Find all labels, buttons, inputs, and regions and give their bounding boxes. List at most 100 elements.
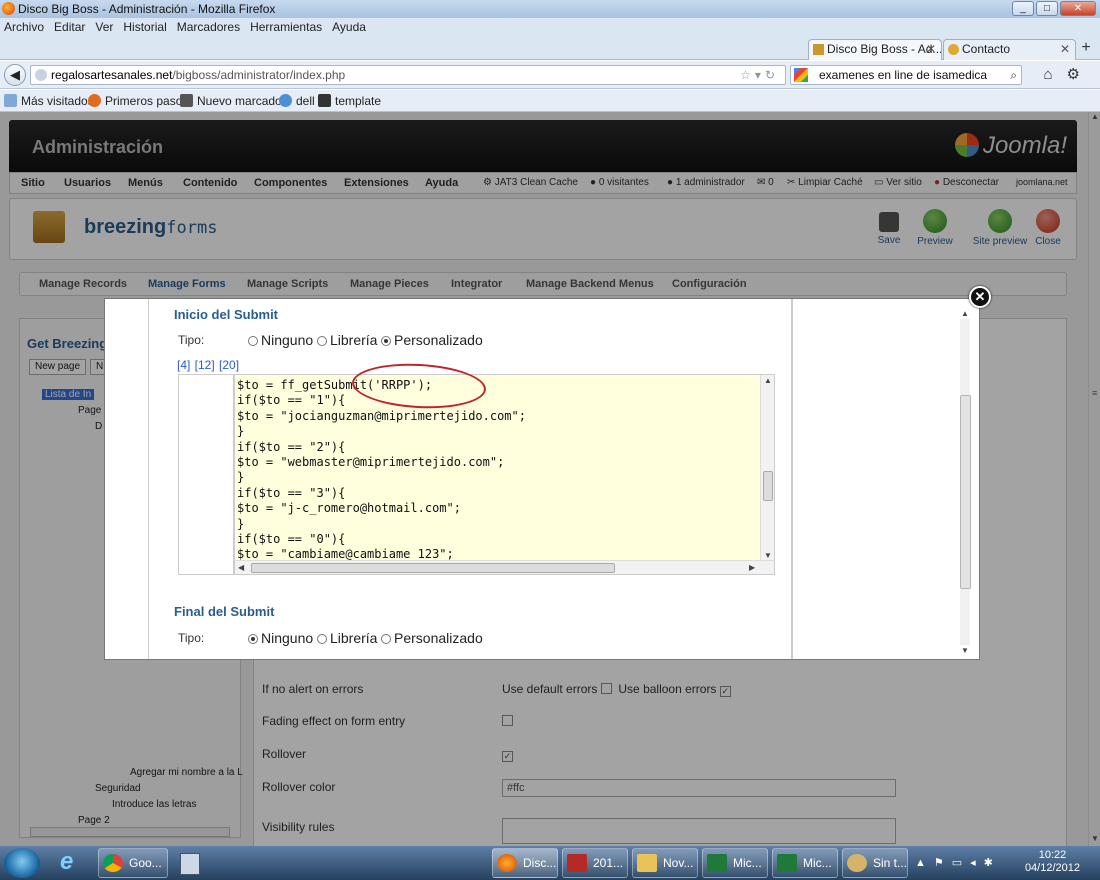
google-icon bbox=[794, 68, 808, 82]
tab-close-icon[interactable]: ✕ bbox=[926, 40, 936, 59]
modal-close-button[interactable]: ✕ bbox=[969, 286, 991, 308]
code-horizontal-scrollbar[interactable]: ◀ ▶ bbox=[235, 560, 774, 574]
excel-icon bbox=[777, 854, 797, 872]
start-option-ninguno[interactable]: Ninguno bbox=[248, 332, 313, 348]
window-title: Disco Big Boss - Administración - Mozill… bbox=[18, 2, 276, 16]
bookmark-nuevo-marcador[interactable]: Nuevo marcador bbox=[180, 94, 286, 108]
window-controls: _ □ ✕ bbox=[1012, 1, 1096, 16]
code-line[interactable]: if($to == "3"){ bbox=[237, 486, 526, 501]
end-option-ninguno[interactable]: Ninguno bbox=[248, 630, 313, 646]
radio-selected-icon bbox=[248, 634, 258, 644]
scroll-thumb[interactable] bbox=[960, 395, 971, 589]
taskbar-excel-2[interactable]: Mic... bbox=[772, 848, 838, 878]
menu-ver[interactable]: Ver bbox=[95, 20, 113, 34]
dell-icon bbox=[279, 94, 292, 107]
firefox-icon bbox=[88, 94, 101, 107]
code-text[interactable]: $to = ff_getSubmit('RRPP'); if($to == "1"… bbox=[237, 378, 526, 563]
code-line[interactable]: $to = "j-c_romero@hotmail.com"; bbox=[237, 501, 526, 516]
scroll-thumb[interactable] bbox=[763, 471, 773, 501]
clock[interactable]: 10:22 04/12/2012 bbox=[1025, 849, 1080, 875]
menu-herramientas[interactable]: Herramientas bbox=[250, 20, 322, 34]
search-input[interactable]: examenes en line de isamedica bbox=[819, 68, 987, 82]
new-tab-button[interactable]: + bbox=[1076, 39, 1096, 59]
minimize-button[interactable]: _ bbox=[1012, 1, 1034, 16]
folder-icon bbox=[637, 854, 657, 872]
bookmark-star-icon[interactable]: ☆▾↻ bbox=[740, 66, 779, 84]
editor-size-links[interactable]: [4] [12] [20] bbox=[177, 358, 239, 372]
code-line[interactable]: } bbox=[237, 470, 526, 485]
code-line[interactable]: if($to == "2"){ bbox=[237, 440, 526, 455]
scroll-down-icon[interactable]: ▼ bbox=[764, 551, 772, 560]
close-window-button[interactable]: ✕ bbox=[1060, 1, 1096, 16]
scroll-thumb[interactable] bbox=[251, 563, 615, 573]
code-line[interactable]: $to = "webmaster@miprimertejido.com"; bbox=[237, 455, 526, 470]
scroll-down-icon[interactable]: ▼ bbox=[961, 646, 969, 655]
code-line[interactable]: if($to == "0"){ bbox=[237, 532, 526, 547]
search-icon[interactable]: ⌕ bbox=[1010, 66, 1017, 84]
modal-scrollbar[interactable]: ▲ ▼ bbox=[958, 309, 972, 655]
radio-icon bbox=[317, 634, 327, 644]
back-button[interactable]: ◀ bbox=[4, 64, 26, 86]
bookmarks-bar: Más visitados Primeros pasos Nuevo marca… bbox=[0, 90, 1100, 112]
taskbar-pdf[interactable]: 201... bbox=[562, 848, 628, 878]
start-button[interactable] bbox=[4, 848, 40, 878]
start-submit-code-editor[interactable]: $to = ff_getSubmit('RRPP'); if($to == "1"… bbox=[234, 374, 775, 575]
firefox-icon bbox=[497, 854, 517, 872]
menu-ayuda[interactable]: Ayuda bbox=[332, 20, 366, 34]
tab-close-icon[interactable]: ✕ bbox=[1060, 40, 1070, 59]
home-icon[interactable]: ⌂⚙ bbox=[1043, 65, 1094, 83]
line-number-gutter bbox=[178, 374, 234, 575]
site-identity-icon bbox=[35, 69, 47, 81]
navigation-bar: ◀ regalosartesanales.net/bigboss/adminis… bbox=[0, 61, 1100, 89]
template-icon bbox=[318, 94, 331, 107]
calculator-icon[interactable] bbox=[172, 848, 214, 878]
url-bar[interactable]: regalosartesanales.net/bigboss/administr… bbox=[30, 65, 786, 85]
bookmark-mas-visitados[interactable]: Más visitados bbox=[4, 94, 94, 108]
start-option-libreria[interactable]: Librería bbox=[317, 332, 377, 348]
internet-explorer-icon[interactable]: e bbox=[52, 848, 94, 878]
modal-divider bbox=[792, 299, 793, 659]
code-line[interactable]: } bbox=[237, 424, 526, 439]
excel-icon bbox=[707, 854, 727, 872]
bookmark-template[interactable]: template bbox=[318, 94, 381, 108]
tab-strip: Disco Big Boss - Ad... ✕ Contacto ✕ + bbox=[0, 38, 1100, 60]
menu-editar[interactable]: Editar bbox=[54, 20, 85, 34]
taskbar-paint[interactable]: Sin t... bbox=[842, 848, 908, 878]
bookmark-dell[interactable]: dell bbox=[279, 94, 315, 108]
taskbar-folder[interactable]: Nov... bbox=[632, 848, 698, 878]
scroll-up-icon[interactable]: ▲ bbox=[961, 309, 969, 318]
bookmark-primeros-pasos[interactable]: Primeros pasos bbox=[88, 94, 188, 108]
end-type-label: Tipo: bbox=[178, 631, 205, 645]
scroll-up-icon[interactable]: ▲ bbox=[764, 376, 772, 385]
tab-contacto[interactable]: Contacto ✕ bbox=[943, 39, 1076, 60]
search-bar[interactable]: examenes en line de isamedica ⌕ bbox=[790, 65, 1022, 85]
tab-label: Contacto bbox=[962, 42, 1011, 56]
taskbar-excel-1[interactable]: Mic... bbox=[702, 848, 768, 878]
joomla-favicon-icon bbox=[813, 44, 824, 55]
tab-disco-big-boss[interactable]: Disco Big Boss - Ad... ✕ bbox=[808, 39, 942, 60]
end-option-personalizado[interactable]: Personalizado bbox=[381, 630, 483, 646]
end-option-libreria[interactable]: Librería bbox=[317, 630, 377, 646]
scroll-left-icon[interactable]: ◀ bbox=[238, 563, 244, 572]
clock-time: 10:22 bbox=[1038, 849, 1067, 861]
code-vertical-scrollbar[interactable]: ▲ ▼ bbox=[760, 375, 774, 561]
code-line[interactable]: $to = "jocianguzman@miprimertejido.com"; bbox=[237, 409, 526, 424]
paint-icon bbox=[847, 854, 867, 872]
url-host: regalosartesanales.net bbox=[51, 68, 173, 82]
system-tray[interactable]: ▲⚑▭◂✱ bbox=[915, 856, 1001, 869]
site-favicon-icon bbox=[948, 44, 959, 55]
menu-archivo[interactable]: Archivo bbox=[4, 20, 44, 34]
menu-historial[interactable]: Historial bbox=[123, 20, 166, 34]
code-line[interactable]: } bbox=[237, 517, 526, 532]
taskbar-firefox[interactable]: Disc... bbox=[492, 848, 558, 878]
bookmark-icon bbox=[4, 94, 17, 107]
start-option-personalizado[interactable]: Personalizado bbox=[381, 332, 483, 348]
start-submit-title: Inicio del Submit bbox=[174, 307, 279, 322]
radio-icon bbox=[317, 336, 327, 346]
taskbar-chrome[interactable]: Goo... bbox=[98, 848, 168, 878]
menu-marcadores[interactable]: Marcadores bbox=[177, 20, 240, 34]
maximize-button[interactable]: □ bbox=[1036, 1, 1058, 16]
scroll-right-icon[interactable]: ▶ bbox=[749, 563, 755, 572]
clock-date: 04/12/2012 bbox=[1024, 862, 1080, 874]
firefox-icon bbox=[2, 2, 15, 15]
